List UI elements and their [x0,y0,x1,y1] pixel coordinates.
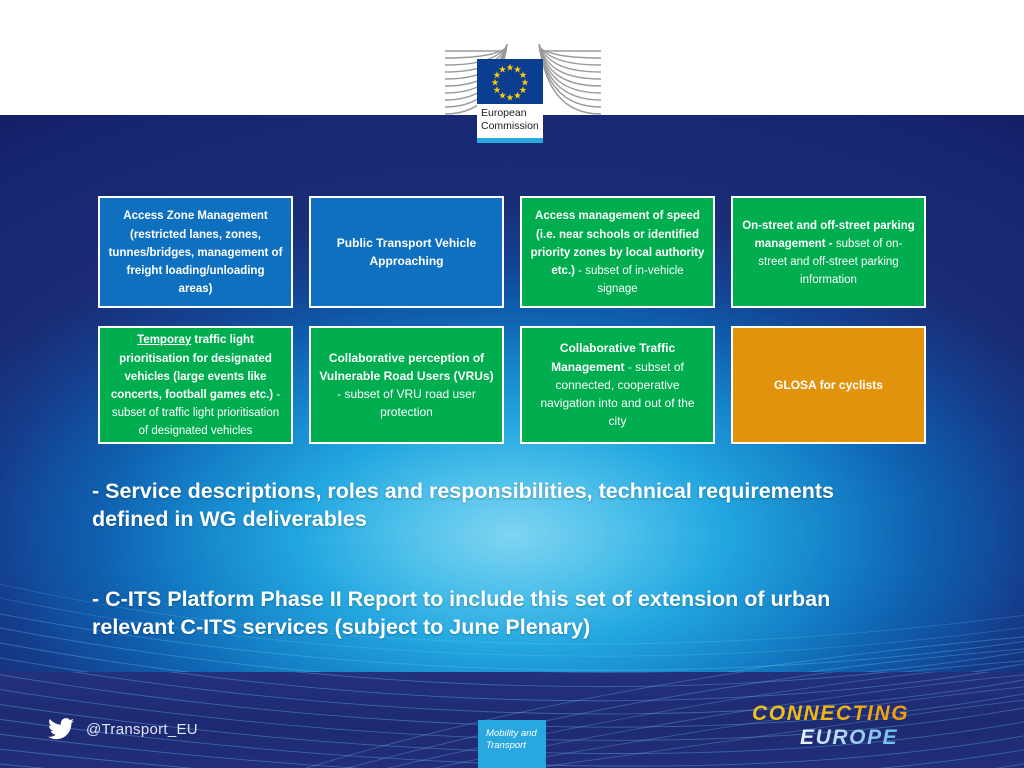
services-row-2: Temporay traffic light prioritisation fo… [98,326,926,444]
bullet-list: - Service descriptions, roles and respon… [92,478,942,642]
twitter-handle[interactable]: @Transport_EU [48,718,198,740]
connecting-text: CONNECTING [752,702,952,726]
bullet-2-line-2: relevant C-ITS services (subject to June… [92,614,591,639]
bullet-spacer [92,534,942,586]
european-commission-logo: European Commission [437,33,609,145]
card-title: traffic light prioritisation for designa… [110,334,274,401]
eu-logo-line-2: Commission [481,120,539,132]
card-temporary-traffic-light-prioritisation[interactable]: Temporay traffic light prioritisation fo… [98,326,293,444]
twitter-icon [48,718,74,740]
services-row-1: Access Zone Management (restricted lanes… [98,196,926,308]
connecting-europe-logo: CONNECTING EUROPE [752,702,952,750]
card-title: Access Zone Management (restricted lanes… [108,210,283,296]
card-glosa-for-cyclists[interactable]: GLOSA for cyclists [731,326,926,444]
bullet-1-line-1: - Service descriptions, roles and respon… [92,479,835,503]
europe-text: EUROPE [800,726,952,750]
card-access-management-of-speed[interactable]: Access management of speed (i.e. near sc… [520,196,715,308]
twitter-handle-text: @Transport_EU [86,720,198,738]
card-title-underlined: Temporay [137,334,192,347]
mobility-logo-line-2: Transport [486,739,526,751]
slide: Access Zone Management (restricted lanes… [0,0,1024,768]
bullet-1-line-2: defined in WG deliverables [92,506,367,531]
card-access-zone-management[interactable]: Access Zone Management (restricted lanes… [98,196,293,308]
bullet-2-line-1: - C-ITS Platform Phase II Report to incl… [92,586,831,611]
services-grid: Access Zone Management (restricted lanes… [98,196,926,444]
card-title: Collaborative perception of Vulnerable R… [319,350,494,383]
card-on-street-off-street-parking-management[interactable]: On-street and off-street parking managem… [731,196,926,308]
card-public-transport-vehicle-approaching[interactable]: Public Transport Vehicle Approaching [309,196,504,308]
eu-logo-line-1: European [481,107,527,119]
card-title: GLOSA for cyclists [774,377,883,392]
mobility-and-transport-logo: Mobility and Transport [478,720,546,768]
card-subtitle: - subset of in-vehicle signage [574,265,684,296]
card-collaborative-perception-of-vrus[interactable]: Collaborative perception of Vulnerable R… [309,326,504,444]
card-title: Public Transport Vehicle Approaching [336,235,477,268]
card-subtitle: - subset of VRU road user protection [337,387,476,420]
mobility-logo-line-1: Mobility and [486,728,537,739]
card-collaborative-traffic-management[interactable]: Collaborative Traffic Management - subse… [520,326,715,444]
